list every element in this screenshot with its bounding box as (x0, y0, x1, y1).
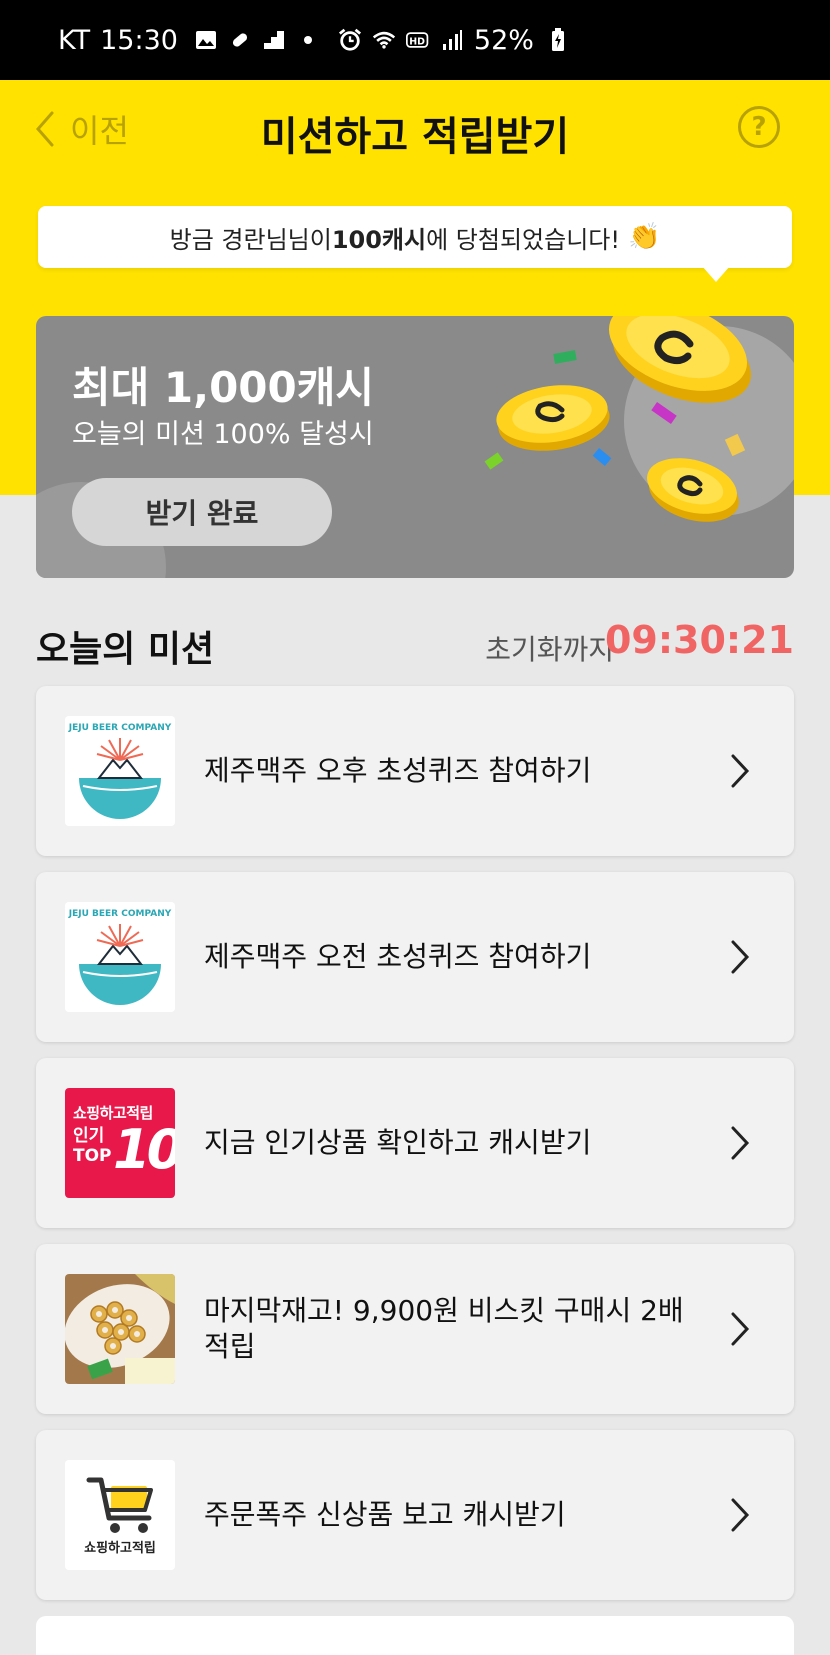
battery-percent: 52% (473, 24, 534, 56)
biscuit-photo (65, 1274, 175, 1384)
mission-label: 지금 인기상품 확인하고 캐시받기 (204, 1126, 592, 1159)
banner-title: 최대 1,000캐시 (72, 363, 375, 412)
top10-logo: 쇼핑하고적립 인기 TOP 10 (65, 1088, 175, 1198)
hd-icon: HD (405, 29, 430, 51)
navigation-bar: 이전 미션하고 적립받기 ? (0, 80, 830, 180)
cart-logo-text: 쇼핑하고적립 (84, 1541, 156, 1556)
mission-label: 주문폭주 신상품 보고 캐시받기 (204, 1498, 566, 1531)
banner-subtitle: 오늘의 미션 100% 달성시 (72, 419, 374, 450)
svg-text:JEJU BEER COMPANY: JEJU BEER COMPANY (68, 723, 172, 733)
chevron-right-icon (731, 754, 750, 788)
svg-text:JEJU BEER COMPANY: JEJU BEER COMPANY (68, 909, 172, 919)
jeju-beer-logo: JEJU BEER COMPANY (65, 902, 175, 1012)
mission-item[interactable] (36, 1616, 794, 1655)
chevron-right-icon (731, 1312, 750, 1346)
help-label: ? (751, 112, 767, 142)
claim-complete-button[interactable]: 받기 완료 (72, 478, 332, 546)
reset-label: 초기화까지 (485, 633, 614, 666)
battery-icon (546, 28, 570, 51)
gallery-icon (194, 29, 218, 51)
dot-icon (296, 29, 320, 51)
svg-text:HD: HD (409, 36, 425, 47)
mission-label: 제주맥주 오후 초성퀴즈 참여하기 (204, 754, 592, 787)
winner-notification: 방금 경란님님이 100캐시 에 당첨되었습니다! 👏 (38, 206, 792, 268)
wifi-icon (372, 29, 396, 51)
winner-text-suffix: 에 당첨되었습니다! (426, 225, 620, 254)
mission-item[interactable]: JEJU BEER COMPANY 제주맥주 오전 초성퀴즈 참여하기 (36, 872, 794, 1042)
cart-logo: 쇼핑하고적립 (65, 1460, 175, 1570)
stairs-icon (262, 29, 286, 51)
pill-icon (228, 29, 252, 51)
winner-amount: 100캐시 (331, 225, 427, 254)
chevron-right-icon (731, 940, 750, 974)
notification-tail (702, 266, 730, 282)
page-title: 미션하고 적립받기 (260, 114, 570, 160)
system-icons: HD 52% (338, 25, 570, 56)
chevron-right-icon (731, 1126, 750, 1160)
mission-label: 제주맥주 오전 초성퀴즈 참여하기 (204, 940, 592, 973)
reward-banner: 최대 1,000캐시 오늘의 미션 100% 달성시 받기 완료 (36, 316, 794, 578)
mission-item[interactable]: 쇼핑하고적립 주문폭주 신상품 보고 캐시받기 (36, 1430, 794, 1600)
coins-illustration (484, 316, 752, 522)
mission-item[interactable]: 마지막재고! 9,900원 비스킷 구매시 2배적립 (36, 1244, 794, 1414)
alarm-icon (338, 28, 362, 51)
missions-section-title: 오늘의 미션 (36, 629, 215, 670)
signal-icon (440, 29, 464, 51)
top10-logo-number: 10 (113, 1118, 175, 1181)
mission-item[interactable]: 쇼핑하고적립 인기 TOP 10 지금 인기상품 확인하고 캐시받기 (36, 1058, 794, 1228)
clock: 15:30 (100, 24, 178, 56)
mission-label: 마지막재고! 9,900원 비스킷 구매시 2배적립 (204, 1294, 684, 1363)
chevron-right-icon (731, 1498, 750, 1532)
top10-logo-text: 인기 TOP (73, 1126, 112, 1166)
clapping-hands-icon: 👏 (627, 222, 661, 252)
carrier-label: KT (58, 24, 91, 56)
reset-countdown: 09:30:21 (604, 618, 794, 662)
jeju-beer-logo: JEJU BEER COMPANY (65, 716, 175, 826)
winner-text-prefix: 방금 경란님님이 (169, 225, 332, 254)
status-bar: KT 15:30 HD 52% (0, 0, 830, 80)
help-icon[interactable]: ? (738, 106, 780, 148)
mission-item[interactable]: JEJU BEER COMPANY 제주맥주 오후 초성퀴즈 참여하기 (36, 686, 794, 856)
notification-icons (194, 29, 320, 51)
